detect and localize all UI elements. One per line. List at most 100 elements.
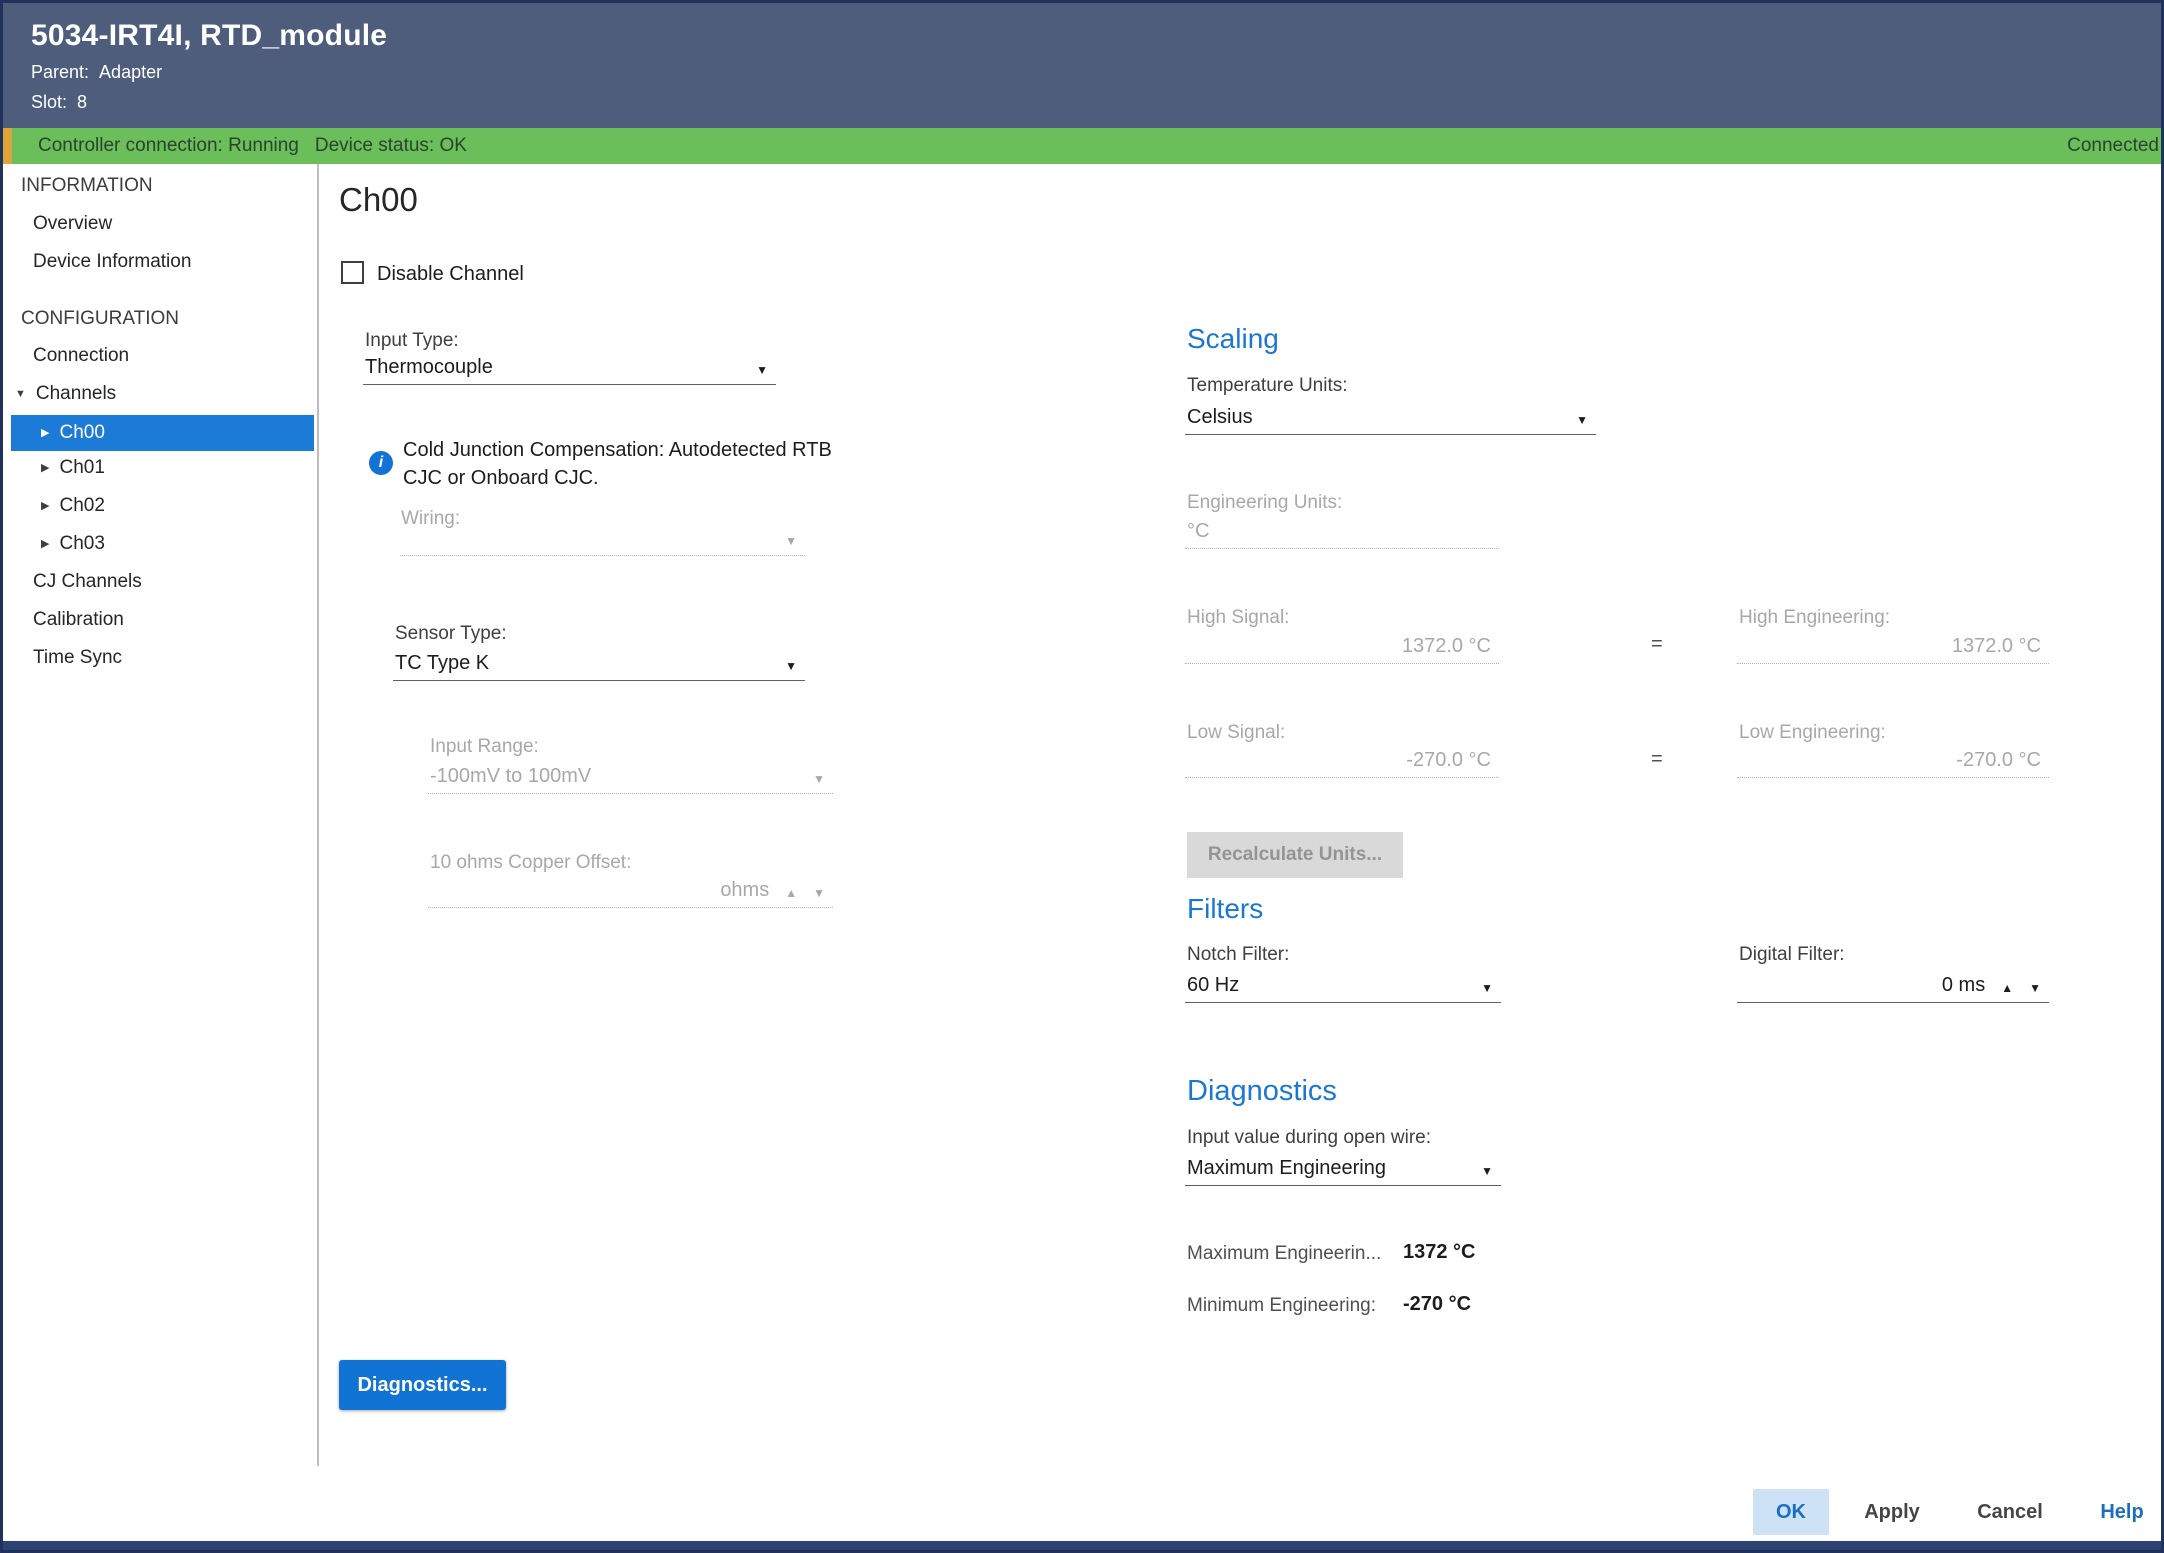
connection-state: Connected bbox=[2067, 135, 2159, 157]
notch-filter-dropdown[interactable]: 60 Hz ▼ bbox=[1185, 969, 1501, 1003]
notch-filter-label: Notch Filter: bbox=[1187, 944, 1289, 966]
dropdown-arrow-icon: ▼ bbox=[1481, 1162, 1493, 1180]
cjc-info-line2: CJC or Onboard CJC. bbox=[403, 467, 599, 490]
high-engineering-value: 1372.0 °C bbox=[1952, 635, 2041, 658]
status-accent-strip bbox=[3, 128, 12, 164]
cancel-button[interactable]: Cancel bbox=[1965, 1489, 2055, 1535]
sensor-type-label: Sensor Type: bbox=[395, 623, 507, 645]
spinner-up-icon: ▲ bbox=[785, 884, 797, 902]
sidebar-item-calibration[interactable]: Calibration bbox=[33, 603, 124, 637]
spinner-up-icon[interactable]: ▲ bbox=[2001, 979, 2013, 997]
open-wire-label: Input value during open wire: bbox=[1187, 1127, 1431, 1149]
sidebar-section-configuration: CONFIGURATION bbox=[21, 308, 179, 330]
high-signal-field: 1372.0 °C bbox=[1185, 630, 1499, 664]
sensor-type-value: TC Type K bbox=[395, 652, 489, 675]
sidebar-item-label: Calibration bbox=[33, 609, 124, 631]
sensor-type-dropdown[interactable]: TC Type K ▼ bbox=[393, 647, 805, 681]
low-engineering-label: Low Engineering: bbox=[1739, 722, 1886, 744]
scaling-heading: Scaling bbox=[1187, 323, 1279, 355]
chevron-down-icon: ▼ bbox=[15, 389, 26, 400]
sidebar-item-label: Device Information bbox=[33, 251, 191, 273]
ok-button[interactable]: OK bbox=[1753, 1489, 1829, 1535]
high-engineering-label: High Engineering: bbox=[1739, 607, 1890, 629]
max-engineering-label: Maximum Engineerin... bbox=[1187, 1243, 1381, 1265]
spinner-down-icon[interactable]: ▼ bbox=[2029, 979, 2041, 997]
window-bottom-edge bbox=[3, 1541, 2161, 1550]
digital-filter-label: Digital Filter: bbox=[1739, 944, 1845, 966]
notch-filter-value: 60 Hz bbox=[1187, 974, 1239, 997]
sidebar-item-label: Channels bbox=[36, 383, 116, 405]
engineering-units-field: °C bbox=[1185, 515, 1499, 549]
temperature-units-dropdown[interactable]: Celsius ▼ bbox=[1185, 401, 1596, 435]
dropdown-arrow-icon: ▼ bbox=[1481, 979, 1493, 997]
copper-offset-label: 10 ohms Copper Offset: bbox=[430, 852, 631, 874]
sidebar-section-information: INFORMATION bbox=[21, 175, 153, 197]
sidebar-item-cj-channels[interactable]: CJ Channels bbox=[33, 565, 142, 599]
chevron-right-icon: ▶ bbox=[41, 428, 49, 439]
wiring-dropdown: ▼ bbox=[400, 522, 805, 556]
sidebar-item-overview[interactable]: Overview bbox=[33, 207, 112, 241]
input-range-dropdown: -100mV to 100mV ▼ bbox=[428, 760, 833, 794]
disable-channel-checkbox[interactable] bbox=[341, 261, 364, 284]
high-signal-value: 1372.0 °C bbox=[1402, 635, 1491, 658]
low-signal-field: -270.0 °C bbox=[1185, 744, 1499, 778]
sidebar-item-label: Time Sync bbox=[33, 647, 122, 669]
filters-heading: Filters bbox=[1187, 893, 1263, 925]
window-title: 5034-IRT4I, RTD_module bbox=[31, 19, 2161, 53]
help-button[interactable]: Help bbox=[2093, 1489, 2151, 1535]
temperature-units-label: Temperature Units: bbox=[1187, 375, 1348, 397]
low-signal-value: -270.0 °C bbox=[1406, 749, 1491, 772]
min-engineering-label: Minimum Engineering: bbox=[1187, 1295, 1376, 1317]
open-wire-value: Maximum Engineering bbox=[1187, 1157, 1386, 1180]
sidebar-item-label: Connection bbox=[33, 345, 129, 367]
spinner-down-icon: ▼ bbox=[813, 884, 825, 902]
sidebar-item-ch01[interactable]: ▶ Ch01 bbox=[41, 451, 105, 485]
parent-value: Adapter bbox=[99, 62, 162, 82]
input-type-dropdown[interactable]: Thermocouple ▼ bbox=[363, 351, 776, 385]
sidebar-divider bbox=[317, 164, 319, 1466]
apply-button[interactable]: Apply bbox=[1849, 1489, 1935, 1535]
equals-sign: = bbox=[1651, 633, 1663, 656]
input-type-value: Thermocouple bbox=[365, 356, 493, 379]
temperature-units-value: Celsius bbox=[1187, 406, 1253, 429]
sidebar-item-label: Ch00 bbox=[59, 422, 104, 444]
sidebar-item-time-sync[interactable]: Time Sync bbox=[33, 641, 122, 675]
recalculate-units-button: Recalculate Units... bbox=[1187, 832, 1403, 878]
diagnostics-button[interactable]: Diagnostics... bbox=[339, 1360, 506, 1410]
open-wire-dropdown[interactable]: Maximum Engineering ▼ bbox=[1185, 1152, 1501, 1186]
engineering-units-value: °C bbox=[1187, 520, 1209, 543]
sidebar-item-label: Ch03 bbox=[59, 533, 104, 555]
disable-channel-label: Disable Channel bbox=[377, 263, 524, 286]
low-engineering-value: -270.0 °C bbox=[1956, 749, 2041, 772]
equals-sign: = bbox=[1651, 748, 1663, 771]
sidebar-item-label: Ch01 bbox=[59, 457, 104, 479]
sidebar-item-label: Overview bbox=[33, 213, 112, 235]
controller-connection-status: Controller connection: Running bbox=[38, 135, 299, 157]
sidebar-item-ch02[interactable]: ▶ Ch02 bbox=[41, 489, 105, 523]
slot-label: Slot: bbox=[31, 92, 67, 112]
slot-row: Slot: 8 bbox=[31, 92, 2161, 113]
digital-filter-stepper[interactable]: 0 ms ▲ ▼ bbox=[1737, 969, 2049, 1003]
input-range-label: Input Range: bbox=[430, 736, 539, 758]
sidebar-item-label: CJ Channels bbox=[33, 571, 142, 593]
min-engineering-value: -270 °C bbox=[1403, 1293, 1471, 1316]
input-type-label: Input Type: bbox=[365, 330, 459, 352]
dropdown-arrow-icon: ▼ bbox=[756, 361, 768, 379]
info-icon: i bbox=[369, 451, 393, 475]
sidebar-item-device-information[interactable]: Device Information bbox=[33, 245, 191, 279]
dropdown-arrow-icon: ▼ bbox=[813, 770, 825, 788]
input-range-value: -100mV to 100mV bbox=[430, 765, 591, 788]
chevron-right-icon: ▶ bbox=[41, 501, 49, 512]
sidebar-item-channels[interactable]: ▼ Channels bbox=[15, 377, 116, 411]
sidebar-item-ch00[interactable]: ▶ Ch00 bbox=[11, 415, 314, 451]
sidebar-item-label: Ch02 bbox=[59, 495, 104, 517]
engineering-units-label: Engineering Units: bbox=[1187, 492, 1342, 514]
diagnostics-heading: Diagnostics bbox=[1187, 1075, 1337, 1108]
parent-label: Parent: bbox=[31, 62, 89, 82]
sidebar-item-connection[interactable]: Connection bbox=[33, 339, 129, 373]
digital-filter-value: 0 ms bbox=[1942, 974, 1985, 997]
module-properties-window: 5034-IRT4I, RTD_module Parent: Adapter Sl… bbox=[0, 0, 2164, 1553]
sidebar-item-ch03[interactable]: ▶ Ch03 bbox=[41, 527, 105, 561]
chevron-right-icon: ▶ bbox=[41, 539, 49, 550]
slot-value: 8 bbox=[77, 92, 87, 112]
